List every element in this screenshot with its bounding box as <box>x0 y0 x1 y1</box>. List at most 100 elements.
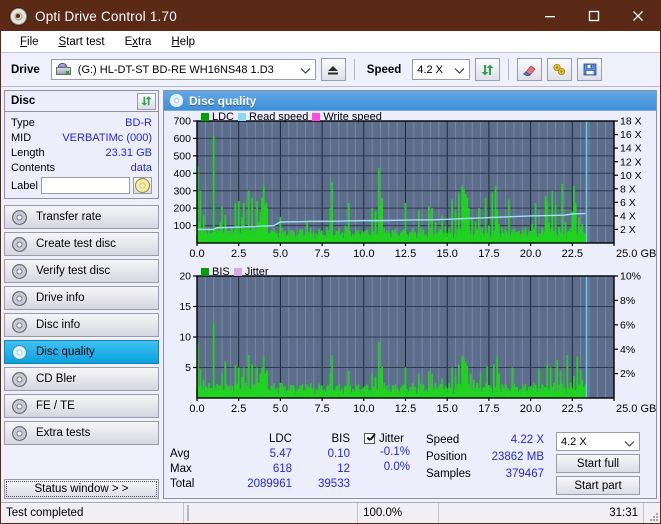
sidebar-item-cd-bler[interactable]: CD Bler <box>4 367 159 391</box>
ldc-chart-legend: LDC Read speed Write speed <box>201 111 382 123</box>
disc-icon <box>12 209 27 225</box>
drive-select-value: (G:) HL-DT-ST BD-RE WH16NS48 1.D3 <box>77 63 274 76</box>
menu-extra[interactable]: Extra <box>115 34 162 50</box>
eject-button[interactable] <box>320 58 346 81</box>
ldc-chart[interactable]: LDC Read speed Write speed 100 200 300 400 500… <box>167 111 656 268</box>
content-panel: Disc quality LDC Read speed Write speed 10… <box>163 90 657 499</box>
disc-panel-header: Disc <box>5 91 158 112</box>
erase-button[interactable] <box>517 58 543 81</box>
menu-file[interactable]: File <box>10 34 49 50</box>
x-tick-label: 0.0 <box>189 248 204 260</box>
speed-select-value: 4.2 X <box>417 63 443 76</box>
drive-select[interactable]: (G:) HL-DT-ST BD-RE WH16NS48 1.D3 <box>50 59 316 80</box>
y2-tick-label: 6% <box>620 319 635 331</box>
sidebar-item-drive-info[interactable]: Drive info <box>4 286 159 310</box>
sidebar-item-label: Transfer rate <box>36 211 102 223</box>
y-tick-label: 300 <box>173 185 191 197</box>
x-tick-label: 12.5 <box>395 248 416 260</box>
main-area: Disc Type BD-R MID VERBATIMc (000) Lengt… <box>1 87 660 502</box>
disc-fields: Type BD-R MID VERBATIMc (000) Length 23.… <box>5 112 158 198</box>
start-full-button[interactable]: Start full <box>556 454 640 473</box>
sidebar-item-verify-test-disc[interactable]: Verify test disc <box>4 259 159 283</box>
page-title: Disc quality <box>189 93 257 108</box>
y-tick-label: 600 <box>173 133 191 145</box>
disc-label-button[interactable] <box>133 177 152 194</box>
status-window-button[interactable]: Status window > > <box>4 479 159 499</box>
y2-tick-label: 2 X <box>620 224 636 236</box>
menu-start-test[interactable]: Start test <box>49 34 115 50</box>
y-tick-label: 400 <box>173 168 191 180</box>
maximize-icon[interactable] <box>572 1 616 31</box>
start-part-button[interactable]: Start part <box>556 476 640 495</box>
disc-type-value: BD-R <box>125 116 152 129</box>
disc-label-input[interactable] <box>40 177 130 194</box>
resize-grip-icon[interactable] <box>644 503 660 523</box>
x-tick-label: 15.0 <box>436 403 457 415</box>
legend-item: LDC <box>201 111 234 123</box>
legend-item: Write speed <box>312 111 382 123</box>
x-tick-label: 2.5 <box>231 248 246 260</box>
y2-tick-label: 16 X <box>620 129 642 141</box>
legend-label: BIS <box>212 266 230 278</box>
toolbar-divider <box>508 59 510 80</box>
progress-percent: 100.0% <box>358 503 440 523</box>
y-tick-label: 700 <box>173 116 191 128</box>
x-tick-label: 5.0 <box>273 248 288 260</box>
legend-swatch <box>238 113 247 121</box>
avg-ldc-value: 5.47 <box>269 447 292 460</box>
y2-tick-label: 10% <box>620 271 641 283</box>
y-tick-label: 200 <box>173 203 191 215</box>
readout-speed: Speed 4.22 X <box>426 431 544 448</box>
sidebar-item-fe-te[interactable]: FE / TE <box>4 394 159 418</box>
test-speed-select[interactable]: 4.2 X <box>556 432 640 451</box>
jitter-avg-value: -0.1% <box>379 446 410 458</box>
status-message: Test completed <box>1 503 184 523</box>
minimize-icon[interactable] <box>528 1 572 31</box>
elapsed-time: 31:31 <box>439 503 644 523</box>
sidebar-item-create-test-disc[interactable]: Create test disc <box>4 232 159 256</box>
jitter-column: Jitter -0.1% 0.0% <box>364 431 410 495</box>
legend-item: Jitter <box>233 266 269 278</box>
jitter-toggle[interactable]: Jitter <box>364 431 410 446</box>
row-label-avg: Avg <box>170 447 190 460</box>
col-header-ldc: LDC <box>268 432 292 445</box>
refresh-button[interactable] <box>475 58 501 81</box>
disc-info-panel: Disc Type BD-R MID VERBATIMc (000) Lengt… <box>4 90 159 199</box>
disc-row-length: Length 23.31 GB <box>11 145 152 160</box>
menu-help[interactable]: Help <box>161 34 205 50</box>
row-label-total: Total <box>170 477 195 490</box>
sidebar-item-extra-tests[interactable]: Extra tests <box>4 421 159 445</box>
sidebar-item-disc-quality[interactable]: Disc quality <box>4 340 159 364</box>
disc-icon <box>12 398 27 414</box>
table-header-row: LDC BIS <box>170 431 350 446</box>
save-button[interactable] <box>577 58 603 81</box>
app-disc-icon <box>9 6 28 26</box>
nav-list: Transfer rate Create test disc Verify te… <box>4 205 159 445</box>
jitter-label: Jitter <box>379 432 404 445</box>
sidebar-item-label: Extra tests <box>36 427 91 439</box>
x-tick-label: 22.5 <box>562 403 583 415</box>
disc-panel-title: Disc <box>11 95 36 107</box>
tools-button[interactable] <box>547 58 573 81</box>
sidebar-item-transfer-rate[interactable]: Transfer rate <box>4 205 159 229</box>
x-tick-label: 10.0 <box>353 403 374 415</box>
disc-contents-value: data <box>130 161 152 174</box>
jitter-checkbox[interactable] <box>364 433 375 444</box>
x-tick-label: 7.5 <box>314 403 329 415</box>
window-title: Opti Drive Control 1.70 <box>35 8 177 24</box>
x-tick-label: 12.5 <box>395 403 416 415</box>
bis-chart-svg: 5 10 15 20 2% 4% 6% 8% 10% 0.0 2.5 5.0 7.5 10.0 12.5 15… <box>179 271 656 415</box>
bis-jitter-chart[interactable]: BIS Jitter 5 10 15 20 2% 4% 6% 8% 10% 0.0 2.5 5.0 7.5… <box>167 266 656 423</box>
close-icon[interactable] <box>616 1 660 31</box>
col-header-bis: BIS <box>331 432 350 445</box>
sidebar-item-label: Drive info <box>36 292 85 304</box>
x-tick-label: 20.0 <box>520 403 541 415</box>
sidebar-item-disc-info[interactable]: Disc info <box>4 313 159 337</box>
disc-refresh-button[interactable] <box>137 92 156 110</box>
x-tick-label: 0.0 <box>189 403 204 415</box>
speed-select[interactable]: 4.2 X <box>412 59 471 80</box>
y-tick-label: 15 <box>179 301 191 313</box>
y2-tick-label: 8 X <box>620 183 636 195</box>
sidebar-item-label: Verify test disc <box>36 265 111 277</box>
